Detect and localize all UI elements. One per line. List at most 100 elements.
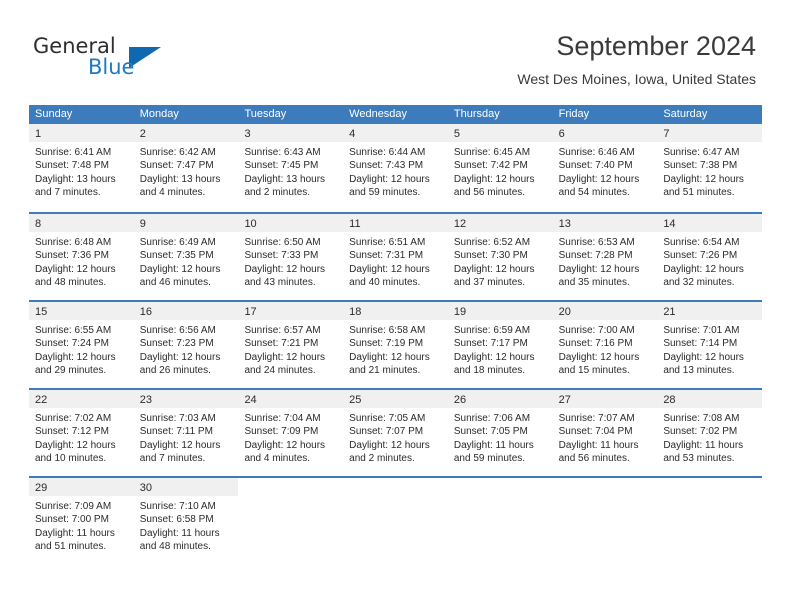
day-number-band: 7 (657, 124, 763, 142)
day-cell-23[interactable]: 23 Sunrise: 7:03 AM Sunset: 7:11 PM Dayligh… (133, 390, 239, 476)
day-detail-line: Sunset: 7:05 PM (453, 426, 528, 438)
day-cell-22[interactable]: 22 Sunrise: 7:02 AM Sunset: 7:12 PM Dayligh… (29, 390, 134, 476)
day-cell-6[interactable]: 6 Sunrise: 6:46 AM Sunset: 7:40 PM Daylight… (552, 124, 658, 212)
day-number-band: 22 (29, 390, 134, 408)
day-detail-text: Sunrise: 7:02 AM Sunset: 7:12 PM Daylight:… (29, 408, 134, 466)
day-detail-line: Daylight: 12 hours (453, 351, 535, 363)
day-detail-line: Sunset: 7:00 PM (35, 514, 109, 526)
day-detail-line: Daylight: 12 hours (139, 263, 221, 275)
day-cell-4[interactable]: 4 Sunrise: 6:44 AM Sunset: 7:43 PM Daylight… (343, 124, 448, 212)
day-detail-text: Sunrise: 6:42 AM Sunset: 7:47 PM Daylight:… (134, 142, 239, 200)
day-cell-19[interactable]: 19 Sunrise: 6:59 AM Sunset: 7:17 PM Dayligh… (447, 302, 553, 388)
weekday-header-row: Sunday Monday Tuesday Wednesday Thursday Frid… (29, 105, 762, 124)
day-number: 26 (453, 394, 467, 406)
day-cell-5[interactable]: 5 Sunrise: 6:45 AM Sunset: 7:42 PM Daylight… (447, 124, 553, 212)
day-cell-20[interactable]: 20 Sunrise: 7:00 AM Sunset: 7:16 PM Dayligh… (552, 302, 658, 388)
day-detail-text: Sunrise: 6:44 AM Sunset: 7:43 PM Daylight:… (343, 142, 448, 200)
day-detail-line: and 35 minutes. (558, 277, 630, 289)
day-number-band: 27 (552, 390, 658, 408)
brand-logo[interactable]: General Blue (33, 34, 233, 84)
day-detail-line: Sunrise: 6:46 AM (558, 147, 635, 158)
day-number-band: 15 (29, 302, 134, 320)
day-cell-3[interactable]: 3 Sunrise: 6:43 AM Sunset: 7:45 PM Daylight… (238, 124, 344, 212)
day-detail-line: Sunrise: 7:05 AM (349, 413, 426, 424)
day-cell-24[interactable]: 24 Sunrise: 7:04 AM Sunset: 7:09 PM Dayligh… (238, 390, 344, 476)
day-cell-18[interactable]: 18 Sunrise: 6:58 AM Sunset: 7:19 PM Dayligh… (343, 302, 448, 388)
day-detail-line: and 59 minutes. (349, 187, 421, 199)
day-detail-line: Sunset: 7:07 PM (349, 426, 424, 438)
day-number: 11 (349, 218, 361, 230)
day-cell-13[interactable]: 13 Sunrise: 6:53 AM Sunset: 7:28 PM Dayligh… (552, 214, 658, 300)
day-cell-12[interactable]: 12 Sunrise: 6:52 AM Sunset: 7:30 PM Dayligh… (447, 214, 553, 300)
day-number-band (448, 478, 553, 496)
day-cell-26[interactable]: 26 Sunrise: 7:06 AM Sunset: 7:05 PM Dayligh… (447, 390, 553, 476)
day-cell-30[interactable]: 30 Sunrise: 7:10 AM Sunset: 6:58 PM Dayligh… (133, 478, 239, 564)
day-cell-1[interactable]: 1 Sunrise: 6:41 AM Sunset: 7:48 PM Daylight… (29, 124, 134, 212)
calendar-week-row: 8 Sunrise: 6:48 AM Sunset: 7:36 PM Daylight… (29, 212, 763, 300)
weekday-header-friday: Friday (558, 108, 590, 120)
day-detail-text: Sunrise: 7:03 AM Sunset: 7:11 PM Daylight:… (134, 408, 239, 466)
day-cell-29[interactable]: 29 Sunrise: 7:09 AM Sunset: 7:00 PM Dayligh… (29, 478, 134, 564)
day-cell-11[interactable]: 11 Sunrise: 6:51 AM Sunset: 7:31 PM Dayligh… (343, 214, 448, 300)
day-cell-10[interactable]: 10 Sunrise: 6:50 AM Sunset: 7:33 PM Dayligh… (238, 214, 344, 300)
day-cell-15[interactable]: 15 Sunrise: 6:55 AM Sunset: 7:24 PM Dayligh… (29, 302, 134, 388)
day-cell-14[interactable]: 14 Sunrise: 6:54 AM Sunset: 7:26 PM Dayligh… (657, 214, 763, 300)
day-cell-7[interactable]: 7 Sunrise: 6:47 AM Sunset: 7:38 PM Daylight… (657, 124, 763, 212)
brand-name-blue: Blue (88, 55, 135, 79)
page-subtitle-location: West Des Moines, Iowa, United States (517, 71, 756, 87)
day-detail-line: Sunset: 6:58 PM (139, 514, 214, 526)
day-detail-line: Sunrise: 7:08 AM (663, 413, 740, 424)
day-cell-17[interactable]: 17 Sunrise: 6:57 AM Sunset: 7:21 PM Dayligh… (238, 302, 344, 388)
day-cell-empty (238, 478, 343, 564)
day-cell-28[interactable]: 28 Sunrise: 7:08 AM Sunset: 7:02 PM Dayligh… (657, 390, 763, 476)
day-detail-line: Sunset: 7:40 PM (558, 160, 633, 172)
weekday-header-wednesday: Wednesday (349, 108, 408, 120)
day-cell-8[interactable]: 8 Sunrise: 6:48 AM Sunset: 7:36 PM Daylight… (29, 214, 134, 300)
day-detail-line: and 48 minutes. (139, 541, 211, 553)
day-detail-line: and 4 minutes. (139, 187, 206, 199)
day-detail-line: Daylight: 12 hours (453, 173, 535, 185)
day-detail-line: Daylight: 12 hours (244, 351, 326, 363)
day-detail-text: Sunrise: 6:46 AM Sunset: 7:40 PM Daylight:… (553, 142, 658, 200)
day-cell-2[interactable]: 2 Sunrise: 6:42 AM Sunset: 7:47 PM Daylight… (133, 124, 239, 212)
day-detail-line: Daylight: 11 hours (35, 527, 115, 539)
day-detail-text: Sunrise: 6:49 AM Sunset: 7:35 PM Daylight:… (134, 232, 239, 290)
day-cell-27[interactable]: 27 Sunrise: 7:07 AM Sunset: 7:04 PM Dayligh… (552, 390, 658, 476)
day-detail-line: Sunrise: 7:03 AM (139, 413, 216, 424)
day-detail-line: and 54 minutes. (558, 187, 630, 199)
day-detail-line: and 18 minutes. (453, 365, 526, 377)
day-number-band (657, 478, 762, 496)
day-cell-empty (657, 478, 762, 564)
day-detail-line: Daylight: 13 hours (35, 173, 116, 185)
day-cell-9[interactable]: 9 Sunrise: 6:49 AM Sunset: 7:35 PM Daylight… (133, 214, 239, 300)
day-detail-line: and 53 minutes. (663, 453, 735, 465)
weekday-header-tuesday: Tuesday (244, 108, 287, 120)
calendar-week-row: 15 Sunrise: 6:55 AM Sunset: 7:24 PM Dayligh… (29, 300, 763, 388)
day-detail-line: Sunset: 7:36 PM (35, 250, 109, 262)
day-detail-line: and 32 minutes. (663, 277, 735, 289)
day-detail-line: Daylight: 12 hours (35, 263, 116, 275)
day-detail-line: Sunset: 7:17 PM (453, 338, 528, 350)
day-number-band: 14 (657, 214, 763, 232)
day-detail-line: Sunrise: 6:48 AM (35, 237, 112, 248)
day-detail-line: Sunset: 7:12 PM (35, 426, 109, 438)
day-cell-25[interactable]: 25 Sunrise: 7:05 AM Sunset: 7:07 PM Dayligh… (343, 390, 448, 476)
day-detail-line: Sunset: 7:47 PM (139, 160, 214, 172)
day-number-band: 21 (657, 302, 763, 320)
day-cell-21[interactable]: 21 Sunrise: 7:01 AM Sunset: 7:14 PM Dayligh… (657, 302, 763, 388)
day-number-band: 26 (447, 390, 553, 408)
day-detail-line: Daylight: 12 hours (663, 351, 744, 363)
day-detail-line: Sunrise: 7:04 AM (244, 413, 321, 424)
day-number-band: 18 (343, 302, 448, 320)
day-cell-16[interactable]: 16 Sunrise: 6:56 AM Sunset: 7:23 PM Dayligh… (133, 302, 239, 388)
day-detail-text: Sunrise: 6:54 AM Sunset: 7:26 PM Daylight:… (657, 232, 762, 290)
day-number-band: 12 (447, 214, 553, 232)
day-detail-line: Sunset: 7:38 PM (663, 160, 738, 172)
day-detail-line: Daylight: 11 hours (139, 527, 220, 539)
day-detail-text: Sunrise: 6:56 AM Sunset: 7:23 PM Daylight:… (134, 320, 239, 378)
day-number-band: 6 (552, 124, 658, 142)
day-detail-line: Sunrise: 6:42 AM (139, 147, 216, 158)
day-detail-line: Daylight: 11 hours (663, 439, 744, 451)
day-detail-line: Daylight: 12 hours (35, 351, 116, 363)
day-detail-line: and 29 minutes. (35, 365, 107, 377)
